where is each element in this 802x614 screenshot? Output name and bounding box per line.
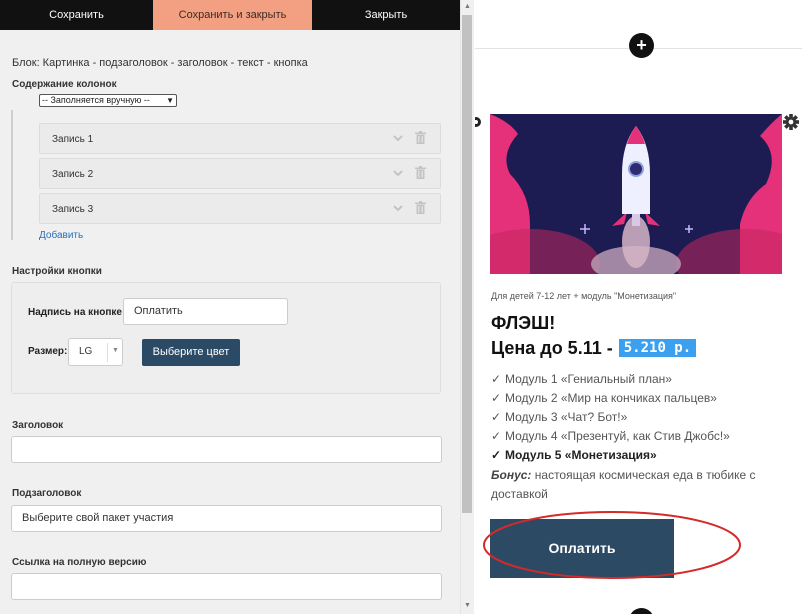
product-title: ФЛЭШ! <box>491 313 556 333</box>
add-block-plus-icon[interactable] <box>629 608 654 614</box>
price-row: Цена до 5.11 - 5.210 р. <box>491 338 697 359</box>
checkmark-icon: ✓ <box>491 391 502 405</box>
module-item: ✓ Модуль 1 «Гениальный план» <box>491 372 672 386</box>
record-item-3[interactable]: Запись 3 <box>39 193 441 224</box>
annotation-ellipse <box>483 511 741 579</box>
module-item: ✓ Модуль 3 «Чат? Бот!» <box>491 410 627 424</box>
full-version-link-input[interactable] <box>11 573 442 600</box>
save-button[interactable]: Сохранить <box>0 0 153 30</box>
preview-panel: + Для детей 7-12 лет + модуль "Монетизац… <box>475 0 802 614</box>
record-label: Запись 2 <box>52 169 94 180</box>
editor-scrollbar[interactable]: ▲ ▼ <box>460 0 474 614</box>
module-text: Модуль 5 «Монетизация» <box>505 448 657 462</box>
editor-toolbar: Сохранить Сохранить и закрыть Закрыть <box>0 0 460 30</box>
columns-section-label: Содержание колонок <box>12 79 117 90</box>
save-and-close-button[interactable]: Сохранить и закрыть <box>153 0 312 30</box>
bonus-description: настоящая космическая еда в тюбике с дос… <box>491 468 756 501</box>
subheading-label: Подзаголовок <box>12 488 82 499</box>
select-divider <box>107 343 108 362</box>
app-root: Сохранить Сохранить и закрыть Закрыть Бл… <box>0 0 802 614</box>
chevron-down-icon: ▼ <box>166 96 174 105</box>
columns-source-value: -- Заполняется вручную -- <box>42 95 150 105</box>
size-select[interactable]: LG ▼ <box>68 338 123 366</box>
module-item: ✓ Модуль 4 «Презентуй, как Стив Джобс!» <box>491 429 730 443</box>
record-item-2[interactable]: Запись 2 <box>39 158 441 189</box>
gear-icon[interactable] <box>781 111 801 133</box>
scroll-down-icon[interactable]: ▼ <box>464 602 471 609</box>
records-divider <box>11 110 13 240</box>
gear-icon[interactable] <box>475 113 483 131</box>
subheading-input[interactable]: Выберите свой пакет участия <box>11 505 442 532</box>
trash-icon[interactable] <box>415 201 426 214</box>
choose-color-button[interactable]: Выберите цвет <box>142 339 240 366</box>
add-record-link[interactable]: Добавить <box>39 230 83 241</box>
button-settings-label: Настройки кнопки <box>12 266 102 277</box>
chevron-down-icon[interactable] <box>392 132 404 144</box>
bonus-label: Бонус: <box>491 468 532 482</box>
record-label: Запись 1 <box>52 134 94 145</box>
block-title: Блок: Картинка - подзаголовок - заголово… <box>12 57 308 69</box>
rocket-illustration <box>490 114 782 274</box>
product-tagline: Для детей 7-12 лет + модуль "Монетизация… <box>491 291 677 301</box>
scroll-up-icon[interactable]: ▲ <box>464 3 471 10</box>
editor-panel: Сохранить Сохранить и закрыть Закрыть Бл… <box>0 0 460 614</box>
button-caption-label: Надпись на кнопке: <box>28 307 126 318</box>
add-block-plus-icon[interactable]: + <box>629 33 654 58</box>
trash-icon[interactable] <box>415 166 426 179</box>
trash-icon[interactable] <box>415 131 426 144</box>
button-caption-input[interactable]: Оплатить <box>123 298 288 325</box>
module-text: Модуль 2 «Мир на кончиках пальцев» <box>505 391 717 405</box>
price-badge: 5.210 р. <box>618 339 697 357</box>
record-label: Запись 3 <box>52 204 94 215</box>
checkmark-icon: ✓ <box>491 410 502 424</box>
module-text: Модуль 3 «Чат? Бот!» <box>505 410 628 424</box>
price-prefix: Цена до 5.11 - <box>491 338 613 358</box>
chevron-down-icon: ▼ <box>112 347 119 354</box>
size-label: Размер: <box>28 346 68 357</box>
record-item-1[interactable]: Запись 1 <box>39 123 441 154</box>
columns-source-select[interactable]: -- Заполняется вручную -- ▼ <box>39 94 177 107</box>
module-item-highlight: ✓ Модуль 5 «Монетизация» <box>491 448 657 462</box>
checkmark-icon: ✓ <box>491 429 502 443</box>
checkmark-icon: ✓ <box>491 372 502 386</box>
module-text: Модуль 4 «Презентуй, как Стив Джобс!» <box>505 429 730 443</box>
checkmark-icon: ✓ <box>491 448 502 462</box>
chevron-down-icon[interactable] <box>392 167 404 179</box>
bonus-text: Бонус: настоящая космическая еда в тюбик… <box>491 466 791 504</box>
close-button[interactable]: Закрыть <box>312 0 460 30</box>
chevron-down-icon[interactable] <box>392 202 404 214</box>
heading-input[interactable] <box>11 436 442 463</box>
size-value: LG <box>79 346 93 357</box>
heading-label: Заголовок <box>12 420 64 431</box>
full-version-link-label: Ссылка на полную версию <box>12 557 147 568</box>
module-item: ✓ Модуль 2 «Мир на кончиках пальцев» <box>491 391 717 405</box>
scrollbar-thumb[interactable] <box>462 15 472 513</box>
module-text: Модуль 1 «Гениальный план» <box>505 372 672 386</box>
